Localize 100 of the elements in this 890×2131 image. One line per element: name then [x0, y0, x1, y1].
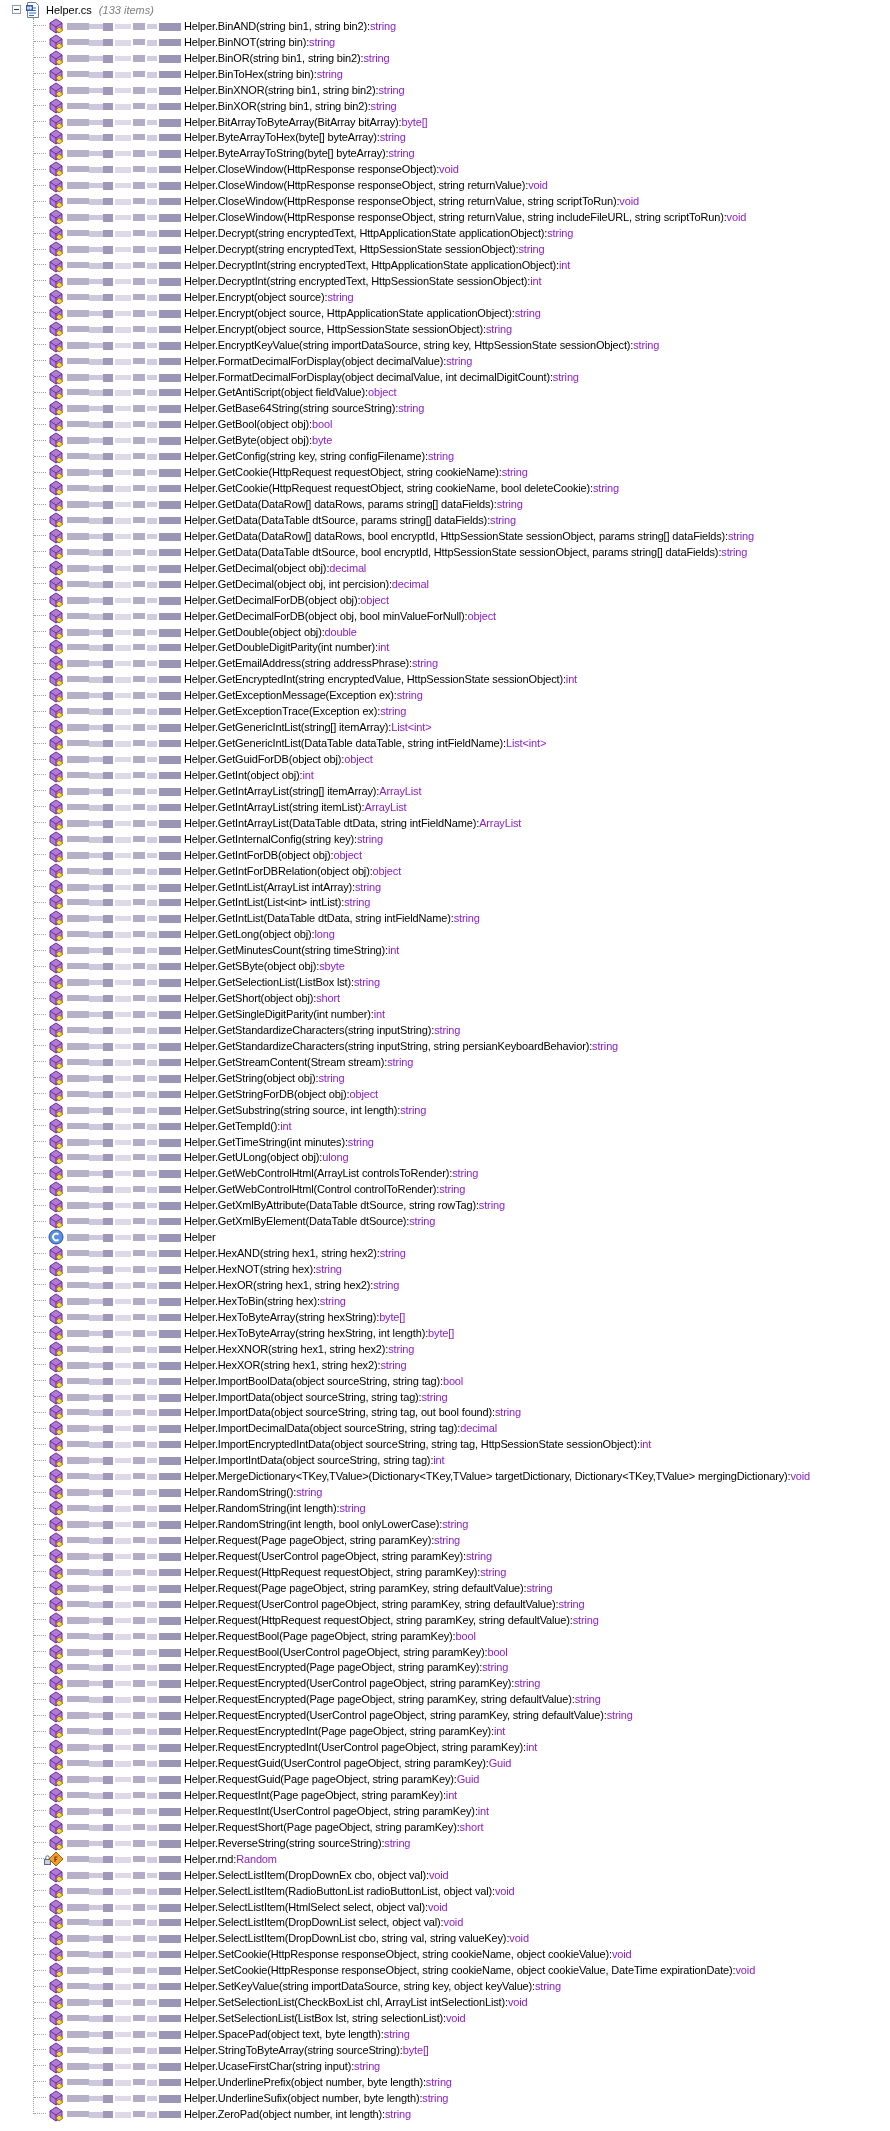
- member-label[interactable]: Helper.SelectListItem(DropDownList cbo, string val, string valueKey):void: [184, 1932, 529, 1945]
- member-label[interactable]: Helper.GetSelectionList(ListBox lst):string: [184, 976, 380, 989]
- member-label[interactable]: Helper.GetBool(object obj):bool: [184, 418, 333, 431]
- member-label[interactable]: Helper.Decrypt(string encryptedText, HttpApplicationState applicationObject):string: [184, 227, 574, 240]
- member-label[interactable]: Helper.GetConfig(string key, string configFilename):string: [184, 450, 454, 463]
- member-label[interactable]: Helper.GetAntiScript(object fieldValue):object: [184, 386, 397, 399]
- member-label[interactable]: Helper.SetCookie(HttpResponse responseObject, string cookieName, object cookieValue, DateTime expirationDate):void: [184, 1964, 756, 1977]
- member-label[interactable]: Helper.RequestGuid(Page pageObject, string paramKey):Guid: [184, 1773, 480, 1786]
- member-label[interactable]: Helper.RequestShort(Page pageObject, string paramKey):short: [184, 1820, 484, 1833]
- member-label[interactable]: Helper.HexToByteArray(string hexString):byte[]: [184, 1310, 406, 1323]
- member-label[interactable]: Helper.RequestBool(UserControl pageObject, string paramKey):bool: [184, 1645, 508, 1658]
- member-label[interactable]: Helper.StringToByteArray(string sourceString):byte[]: [184, 2043, 429, 2056]
- member-label[interactable]: Helper.GetDecimal(object obj, int percision):decimal: [184, 577, 429, 590]
- member-label[interactable]: Helper.ReverseString(string sourceString):string: [184, 1836, 411, 1849]
- member-label[interactable]: Helper.CloseWindow(HttpResponse responseObject, string returnValue, string includeFileURL, string scriptToRun):void: [184, 211, 747, 224]
- member-label[interactable]: Helper.BitArrayToByteArray(BitArray bitArray):byte[]: [184, 115, 428, 128]
- member-label[interactable]: Helper.RandomString():string: [184, 1486, 323, 1499]
- member-label[interactable]: Helper.GetStreamContent(Stream stream):string: [184, 1055, 414, 1068]
- member-label[interactable]: Helper.MergeDictionary<TKey,TValue>(Dictionary<TKey,TValue> targetDictionary, Dictionary<TKey,TValue> mergingDictionary):void: [184, 1470, 811, 1483]
- member-label[interactable]: Helper.GetStandardizeCharacters(string inputString, string persianKeyboardBehavior):string: [184, 1039, 619, 1052]
- member-label[interactable]: Helper.BinXNOR(string bin1, string bin2):string: [184, 83, 405, 96]
- member-label[interactable]: Helper.CloseWindow(HttpResponse responseObject):void: [184, 163, 459, 176]
- member-label[interactable]: Helper.SelectListItem(RadioButtonList radioButtonList, object val):void: [184, 1884, 515, 1897]
- member-label[interactable]: Helper.GetWebControlHtml(ArrayList controlsToRender):string: [184, 1167, 479, 1180]
- member-label[interactable]: Helper.GetIntList(List<int> intList):string: [184, 896, 371, 909]
- member-label[interactable]: Helper.GetData(DataRow[] dataRows, bool encryptId, HttpSessionState sessionObject, params string[] dataFields):string: [184, 529, 754, 542]
- member-label[interactable]: Helper: [184, 1231, 216, 1244]
- member-label[interactable]: Helper.ImportEncryptedIntData(object sourceString, string tag, HttpSessionState sessionObject):int: [184, 1438, 652, 1451]
- member-label[interactable]: Helper.DecryptInt(string encryptedText, HttpApplicationState applicationObject):int: [184, 258, 571, 271]
- member-label[interactable]: Helper.RequestBool(Page pageObject, string paramKey):bool: [184, 1629, 476, 1642]
- member-label[interactable]: Helper.RequestEncryptedInt(UserControl pageObject, string paramKey):int: [184, 1741, 538, 1754]
- member-label[interactable]: Helper.GetByte(object obj):byte: [184, 434, 333, 447]
- member-label[interactable]: Helper.GetIntList(DataTable dtData, string intFieldName):string: [184, 912, 480, 925]
- member-label[interactable]: Helper.Encrypt(object source, HttpApplicationState applicationObject):string: [184, 306, 541, 319]
- member-label[interactable]: Helper.UnderlinePrefix(object number, byte length):string: [184, 2075, 452, 2088]
- member-label[interactable]: Helper.HexNOT(string hex):string: [184, 1263, 342, 1276]
- member-label[interactable]: Helper.GetTempId():int: [184, 1119, 292, 1132]
- member-label[interactable]: Helper.GetDecimalForDB(object obj):object: [184, 593, 389, 606]
- member-label[interactable]: Helper.GetTimeString(int minutes):string: [184, 1135, 374, 1148]
- member-label[interactable]: Helper.GetULong(object obj):ulong: [184, 1151, 349, 1164]
- member-label[interactable]: Helper.GetXmlByElement(DataTable dtSource):string: [184, 1215, 436, 1228]
- member-label[interactable]: Helper.RequestEncrypted(Page pageObject, string paramKey):string: [184, 1661, 509, 1674]
- member-label[interactable]: Helper.Request(HttpRequest requestObject, string paramKey, string defaultValue):string: [184, 1613, 599, 1626]
- member-label[interactable]: Helper.GetXmlByAttribute(DataTable dtSource, string rowTag):string: [184, 1199, 505, 1212]
- member-label[interactable]: Helper.SetKeyValue(string importDataSource, string key, object keyValue):string: [184, 1980, 561, 1993]
- member-label[interactable]: Helper.ZeroPad(object number, int length):string: [184, 2107, 411, 2120]
- member-label[interactable]: Helper.GetSingleDigitParity(int number):int: [184, 1008, 385, 1021]
- member-label[interactable]: Helper.SelectListItem(HtmlSelect select, object val):void: [184, 1900, 448, 1913]
- member-label[interactable]: Helper.BinAND(string bin1, string bin2):string: [184, 19, 396, 32]
- member-label[interactable]: Helper.SetSelectionList(ListBox lst, string selectionList):void: [184, 2012, 466, 2025]
- member-label[interactable]: Helper.SetCookie(HttpResponse responseObject, string cookieName, object cookieValue):void: [184, 1948, 632, 1961]
- member-label[interactable]: Helper.GetDouble(object obj):double: [184, 625, 357, 638]
- member-label[interactable]: Helper.HexOR(string hex1, string hex2):string: [184, 1278, 400, 1291]
- member-label[interactable]: Helper.RandomString(int length, bool onlyLowerCase):string: [184, 1518, 469, 1531]
- member-label[interactable]: Helper.ImportIntData(object sourceString, string tag):int: [184, 1454, 445, 1467]
- member-label[interactable]: Helper.ImportData(object sourceString, string tag, out bool found):string: [184, 1406, 521, 1419]
- member-label[interactable]: Helper.RequestEncrypted(Page pageObject, string paramKey, string defaultValue):string: [184, 1693, 601, 1706]
- member-label[interactable]: Helper.HexAND(string hex1, string hex2):string: [184, 1247, 406, 1260]
- member-label[interactable]: Helper.HexToBin(string hex):string: [184, 1294, 346, 1307]
- collapse-icon[interactable]: [12, 5, 21, 15]
- member-label[interactable]: Helper.GetExceptionMessage(Exception ex):string: [184, 689, 423, 702]
- member-label[interactable]: Helper.GetString(object obj):string: [184, 1071, 345, 1084]
- member-label[interactable]: Helper.SelectListItem(DropDownList select, object val):void: [184, 1916, 464, 1929]
- member-label[interactable]: Helper.GetStandardizeCharacters(string inputString):string: [184, 1023, 461, 1036]
- member-label[interactable]: Helper.GetGenericIntList(string[] itemArray):List<int>: [184, 721, 432, 734]
- member-label[interactable]: Helper.GetMinutesCount(string timeString):int: [184, 944, 400, 957]
- member-label[interactable]: Helper.GetCookie(HttpRequest requestObject, string cookieName):string: [184, 466, 528, 479]
- member-label[interactable]: Helper.RequestEncrypted(UserControl pageObject, string paramKey):string: [184, 1677, 541, 1690]
- member-label[interactable]: Helper.HexXOR(string hex1, string hex2):string: [184, 1358, 407, 1371]
- member-label[interactable]: Helper.GetGuidForDB(object obj):object: [184, 753, 373, 766]
- member-label[interactable]: Helper.GetIntList(ArrayList intArray):string: [184, 880, 381, 893]
- member-label[interactable]: Helper.GetIntArrayList(DataTable dtData, string intFieldName):ArrayList: [184, 816, 522, 829]
- member-label[interactable]: Helper.GetData(DataTable dtSource, bool encryptId, HttpSessionState sessionObject, params string[] dataFields):string: [184, 545, 748, 558]
- member-label[interactable]: Helper.RequestGuid(UserControl pageObject, string paramKey):Guid: [184, 1757, 512, 1770]
- member-label[interactable]: Helper.RandomString(int length):string: [184, 1502, 366, 1515]
- member-label[interactable]: Helper.ByteArrayToHex(byte[] byteArray):string: [184, 131, 406, 144]
- member-label[interactable]: Helper.BinXOR(string bin1, string bin2):string: [184, 99, 397, 112]
- file-name[interactable]: Helper.cs: [46, 3, 92, 16]
- member-label[interactable]: Helper.BinNOT(string bin):string: [184, 35, 336, 48]
- member-label[interactable]: Helper.RequestEncrypted(UserControl pageObject, string paramKey, string defaultValue):string: [184, 1709, 633, 1722]
- member-label[interactable]: Helper.EncryptKeyValue(string importDataSource, string key, HttpSessionState sessionObject):string: [184, 338, 660, 351]
- member-label[interactable]: Helper.DecryptInt(string encryptedText, HttpSessionState sessionObject):int: [184, 274, 542, 287]
- member-label[interactable]: Helper.GetEmailAddress(string addressPhrase):string: [184, 657, 438, 670]
- member-label[interactable]: Helper.GetIntForDB(object obj):object: [184, 848, 362, 861]
- member-label[interactable]: Helper.BinToHex(string bin):string: [184, 67, 343, 80]
- member-label[interactable]: Helper.GetEncryptedInt(string encryptedValue, HttpSessionState sessionObject):int: [184, 673, 578, 686]
- member-label[interactable]: Helper.GetIntForDBRelation(object obj):object: [184, 864, 402, 877]
- member-label[interactable]: Helper.GetData(DataRow[] dataRows, params string[] dataFields):string: [184, 498, 523, 511]
- member-label[interactable]: Helper.GetShort(object obj):short: [184, 992, 340, 1005]
- member-label[interactable]: Helper.SetSelectionList(CheckBoxList chl, ArrayList intSelectionList):void: [184, 1996, 528, 2009]
- member-label[interactable]: Helper.FormatDecimalForDisplay(object decimalValue):string: [184, 354, 473, 367]
- member-label[interactable]: Helper.ByteArrayToString(byte[] byteArray):string: [184, 147, 415, 160]
- member-label[interactable]: Helper.GetSubstring(string source, int length):string: [184, 1103, 427, 1116]
- member-label[interactable]: Helper.CloseWindow(HttpResponse responseObject, string returnValue, string scriptToRun):void: [184, 195, 639, 208]
- member-label[interactable]: Helper.HexXNOR(string hex1, string hex2):string: [184, 1342, 415, 1355]
- member-label[interactable]: Helper.Encrypt(object source):string: [184, 290, 354, 303]
- member-label[interactable]: Helper.GetDoubleDigitParity(int number):int: [184, 641, 390, 654]
- member-label[interactable]: Helper.rnd:Random: [184, 1852, 277, 1865]
- member-label[interactable]: Helper.Decrypt(string encryptedText, HttpSessionState sessionObject):string: [184, 243, 545, 256]
- member-label[interactable]: Helper.CloseWindow(HttpResponse responseObject, string returnValue):void: [184, 179, 548, 192]
